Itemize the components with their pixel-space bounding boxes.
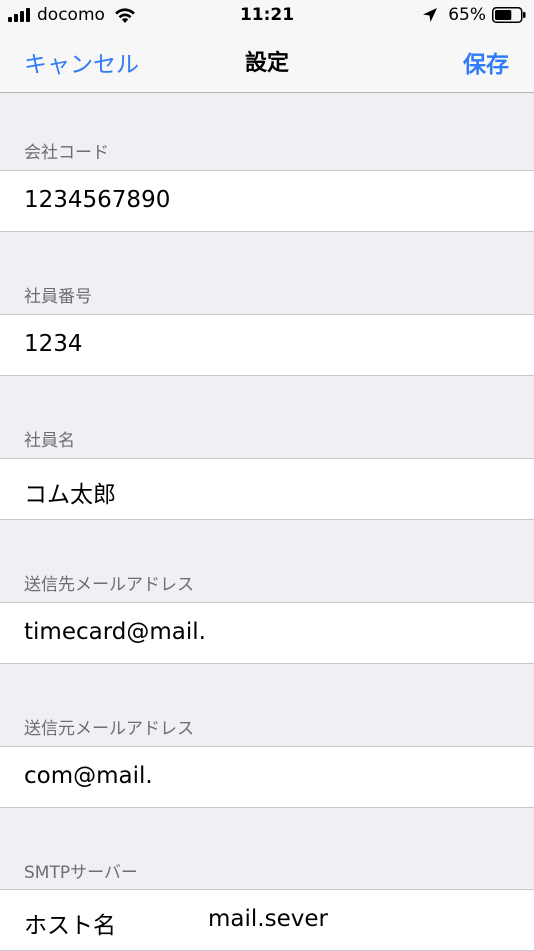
save-button[interactable]: 保存 bbox=[463, 45, 509, 79]
employee-number-field[interactable]: 1234 bbox=[0, 314, 534, 376]
page-title: 設定 bbox=[244, 51, 289, 76]
sender-email-value[interactable]: com@mail. bbox=[24, 763, 153, 789]
battery-percent: 65% bbox=[448, 5, 486, 25]
status-right: 65% bbox=[422, 5, 526, 25]
section-header-destination-email: 送信先メールアドレス bbox=[24, 575, 194, 595]
employee-number-value[interactable]: 1234 bbox=[24, 331, 83, 357]
battery-icon bbox=[492, 7, 526, 23]
navigation-bar: キャンセル 設定 保存 bbox=[0, 32, 534, 93]
company-code-value[interactable]: 1234567890 bbox=[24, 187, 170, 213]
smtp-host-value[interactable]: mail.sever bbox=[208, 906, 328, 932]
employee-name-value[interactable]: コム太郎 bbox=[24, 475, 116, 509]
destination-email-field[interactable]: timecard@mail. bbox=[0, 602, 534, 664]
section-header-smtp-server: SMTPサーバー bbox=[24, 863, 138, 883]
section-header-company-code: 会社コード bbox=[24, 143, 109, 163]
section-header-sender-email: 送信元メールアドレス bbox=[24, 719, 194, 739]
location-arrow-icon bbox=[423, 8, 438, 22]
section-header-employee-number: 社員番号 bbox=[24, 287, 92, 307]
destination-email-value[interactable]: timecard@mail. bbox=[24, 619, 206, 645]
smtp-host-label: ホスト名 bbox=[24, 913, 116, 939]
employee-name-field[interactable]: コム太郎 bbox=[0, 458, 534, 520]
section-header-employee-name: 社員名 bbox=[24, 431, 75, 451]
smtp-host-field[interactable]: ホスト名 mail.sever bbox=[0, 889, 534, 951]
company-code-field[interactable]: 1234567890 bbox=[0, 170, 534, 232]
status-bar: docomo 11:21 65% bbox=[0, 0, 534, 32]
sender-email-field[interactable]: com@mail. bbox=[0, 746, 534, 808]
